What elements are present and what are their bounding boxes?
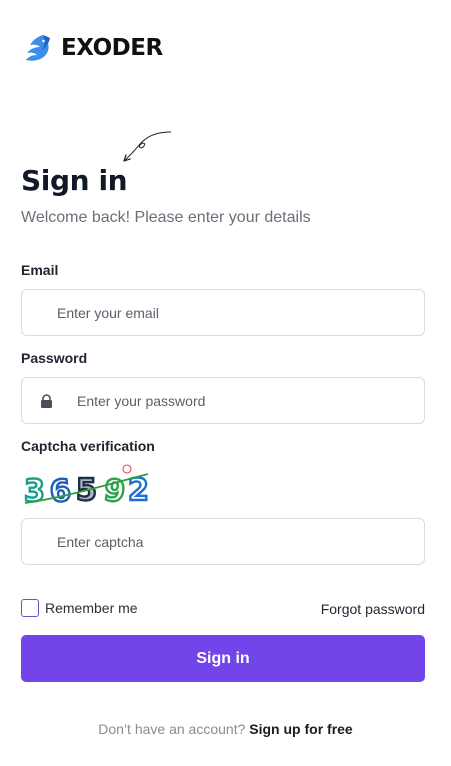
signup-link[interactable]: Sign up for free [249,721,352,737]
signup-prompt: Don’t have an account? [98,721,246,737]
page-subtitle: Welcome back! Please enter your details [21,209,311,226]
bird-logo-icon [26,35,50,61]
email-field-wrapper [21,289,425,336]
remember-me-label: Remember me [45,600,138,616]
remember-me-option[interactable]: Remember me [21,599,138,617]
forgot-password-link[interactable]: Forgot password [321,601,425,617]
email-input[interactable] [22,290,424,335]
remember-me-checkbox[interactable] [21,599,39,617]
captcha-input[interactable] [22,519,424,564]
brand-logo: EXODER [21,32,163,64]
svg-text:9: 9 [102,473,128,510]
password-label: Password [21,350,88,366]
captcha-label: Captcha verification [21,438,155,454]
password-input[interactable] [22,378,424,423]
svg-text:3: 3 [24,474,45,509]
email-label: Email [21,262,59,278]
captcha-field-wrapper [21,518,425,565]
signup-footer: Don’t have an account? Sign up for free [0,721,451,737]
brand-name: EXODER [61,35,163,61]
password-field-wrapper [21,377,425,424]
arrow-doodle-icon [123,131,172,162]
sign-in-button[interactable]: Sign in [21,635,425,682]
svg-text:6: 6 [48,473,72,510]
page-title: Sign in [21,164,128,197]
captcha-image[interactable]: 3 6 5 9 2 [22,462,154,510]
